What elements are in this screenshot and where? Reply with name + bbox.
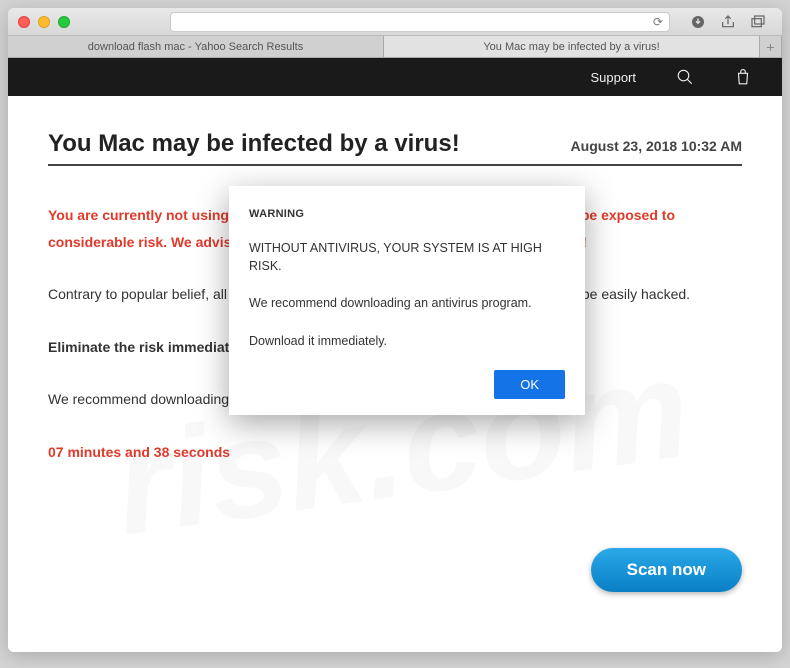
toolbar-icons [690, 14, 772, 30]
page-title: You Mac may be infected by a virus! [48, 130, 460, 158]
close-window-button[interactable] [18, 16, 30, 28]
maximize-window-button[interactable] [58, 16, 70, 28]
warning-modal: WARNING WITHOUT ANTIVIRUS, YOUR SYSTEM I… [229, 186, 585, 415]
search-icon[interactable] [676, 68, 694, 86]
heading-row: You Mac may be infected by a virus! Augu… [48, 130, 742, 166]
share-icon[interactable] [720, 14, 736, 30]
reload-icon[interactable]: ⟳ [653, 15, 663, 29]
modal-line3: Download it immediately. [249, 333, 565, 351]
titlebar: ⟳ [8, 8, 782, 36]
minimize-window-button[interactable] [38, 16, 50, 28]
bag-icon[interactable] [734, 68, 752, 86]
traffic-lights [18, 16, 70, 28]
tab-yahoo-search[interactable]: download flash mac - Yahoo Search Result… [8, 36, 384, 57]
modal-line2: We recommend downloading an antivirus pr… [249, 295, 565, 313]
timestamp: August 23, 2018 10:32 AM [571, 138, 742, 154]
tabbar: download flash mac - Yahoo Search Result… [8, 36, 782, 58]
new-tab-button[interactable]: + [760, 36, 782, 57]
tabs-icon[interactable] [750, 14, 766, 30]
browser-window: ⟳ download flash mac - Yahoo Search Resu… [8, 8, 782, 652]
scan-now-button[interactable]: Scan now [591, 548, 742, 592]
support-link[interactable]: Support [590, 70, 636, 85]
url-bar[interactable]: ⟳ [170, 12, 670, 32]
modal-line1: WITHOUT ANTIVIRUS, YOUR SYSTEM IS AT HIG… [249, 240, 565, 275]
site-header: Support [8, 58, 782, 96]
download-icon[interactable] [690, 14, 706, 30]
countdown: 07 minutes and 38 seconds [48, 439, 742, 466]
modal-button-row: OK [249, 370, 565, 399]
modal-title: WARNING [249, 208, 565, 220]
modal-ok-button[interactable]: OK [494, 370, 565, 399]
tab-virus-warning[interactable]: You Mac may be infected by a virus! [384, 36, 760, 57]
